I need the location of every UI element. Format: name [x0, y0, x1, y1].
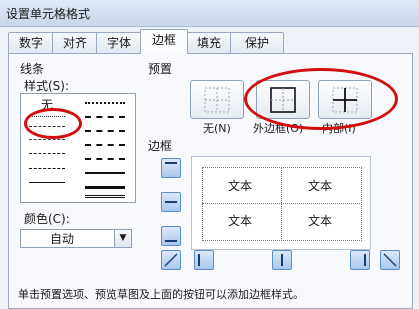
preview-cell-text: 文本 [228, 214, 253, 228]
line-style-double[interactable] [85, 195, 125, 198]
line-style-medium-dash-dot[interactable] [85, 144, 125, 146]
tab-font[interactable]: 字体 [96, 32, 142, 53]
line-style-thin[interactable] [29, 182, 65, 183]
line-style-medium-dash-dot-dot[interactable] [85, 116, 125, 118]
border-right-icon [364, 254, 366, 266]
preview-cell-text: 文本 [308, 179, 333, 193]
border-right-button[interactable] [350, 250, 370, 270]
border-vertical-button[interactable] [272, 250, 292, 270]
chevron-down-icon[interactable]: ▼ [114, 229, 132, 248]
preset-none-icon [204, 87, 230, 113]
highlight-ellipse-presets [244, 68, 398, 130]
line-style-dash-dot[interactable] [29, 153, 65, 154]
tab-protection[interactable]: 保护 [230, 32, 284, 53]
preview-cell-text: 文本 [228, 179, 253, 193]
line-style-thick[interactable] [85, 186, 125, 189]
line-section-title: 线条 [20, 62, 45, 76]
preview-horizontal-line [202, 203, 360, 204]
window-title: 设置单元格格式 [6, 7, 91, 21]
border-diagonal-down-button[interactable] [380, 250, 400, 270]
tab-number[interactable]: 数字 [8, 32, 54, 53]
preview-grid[interactable] [202, 167, 362, 241]
line-style-long-dash[interactable] [29, 168, 65, 169]
border-horizontal-button[interactable] [161, 192, 181, 212]
line-style-dash[interactable] [29, 139, 65, 140]
tab-alignment[interactable]: 对齐 [52, 32, 98, 53]
line-style-medium-dotted[interactable] [85, 102, 125, 104]
border-diagonal-up-button[interactable] [161, 250, 181, 270]
tab-border[interactable]: 边框 [140, 29, 188, 54]
preset-none-button[interactable] [190, 80, 244, 119]
border-top-icon [165, 162, 177, 164]
line-style-medium-dash[interactable] [85, 158, 125, 160]
border-left-icon [198, 254, 200, 266]
border-bottom-button[interactable] [161, 226, 181, 246]
line-style-slanted[interactable] [85, 130, 125, 132]
hint-text: 单击预置选项、预览草图及上面的按钮可以添加边框样式。 [18, 288, 304, 301]
style-label: 样式(S): [24, 79, 70, 93]
preview-cell-text: 文本 [308, 214, 333, 228]
preset-section-title: 预置 [148, 62, 173, 76]
border-bottom-icon [165, 240, 177, 242]
tab-fill[interactable]: 填充 [186, 32, 232, 53]
border-left-button[interactable] [194, 250, 214, 270]
preset-none-label: 无(N) [203, 122, 231, 135]
line-style-medium[interactable] [85, 172, 125, 174]
color-label: 颜色(C): [24, 212, 70, 226]
color-value: 自动 [50, 232, 75, 246]
border-top-button[interactable] [161, 158, 181, 178]
highlight-ellipse-line-style [24, 108, 82, 139]
border-vertical-icon [281, 254, 283, 266]
border-preview[interactable]: 文本 文本 文本 文本 [191, 156, 371, 250]
border-horizontal-icon [165, 201, 177, 203]
color-select[interactable]: 自动 ▼ [20, 229, 132, 248]
diagonal-up-icon [164, 253, 178, 267]
border-section-title: 边框 [148, 139, 173, 153]
diagonal-down-icon [383, 253, 397, 267]
